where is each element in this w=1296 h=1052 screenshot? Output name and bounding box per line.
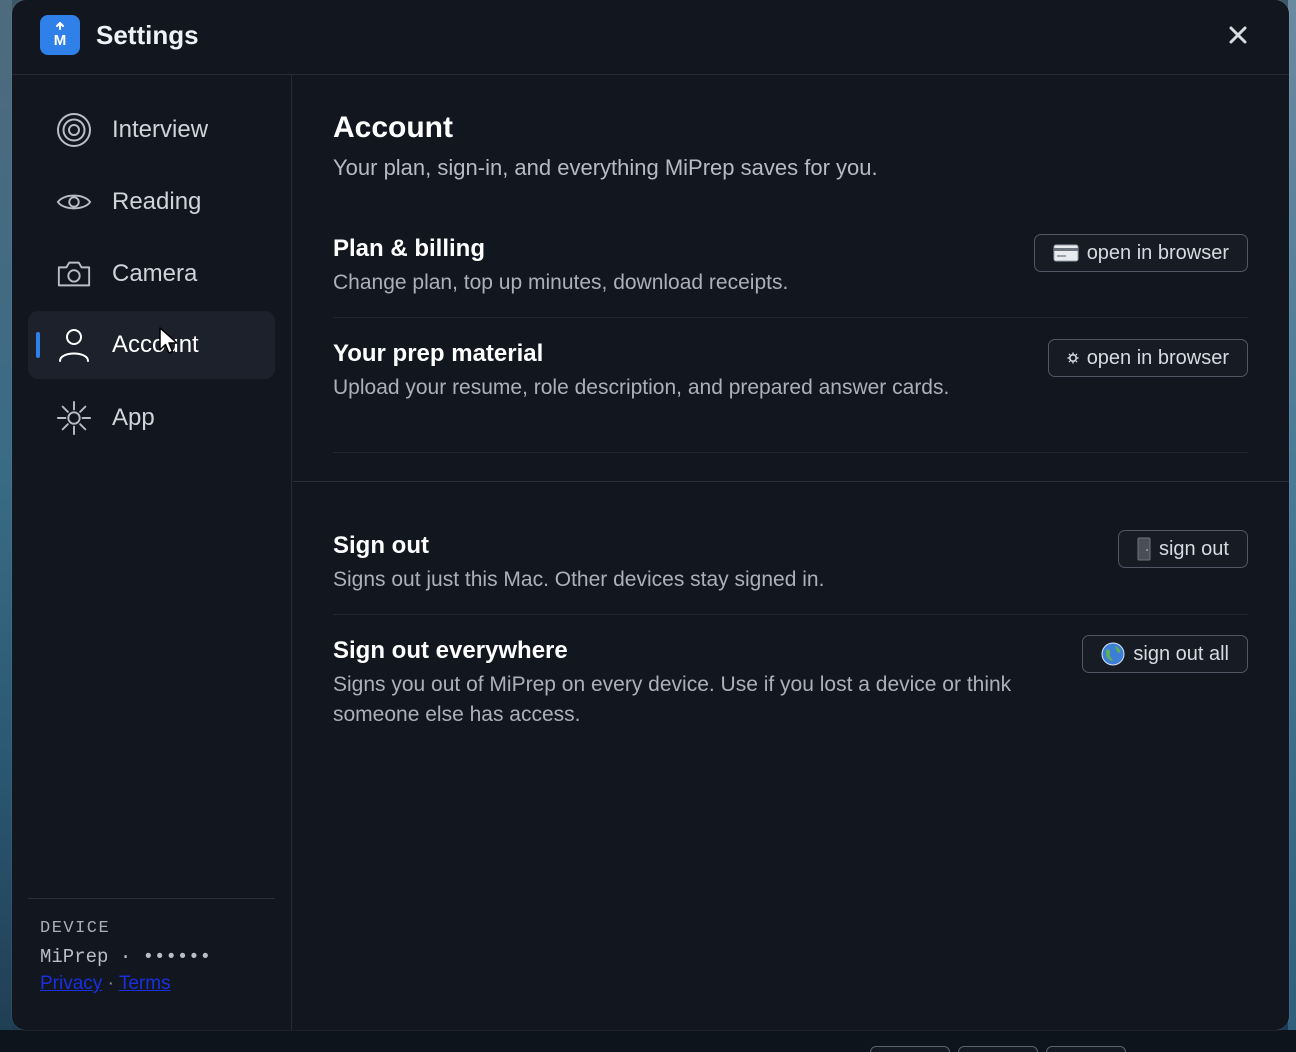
- page-subtitle: Your plan, sign-in, and everything MiPre…: [333, 155, 878, 180]
- section-divider: [293, 481, 1289, 482]
- sidebar-item-interview[interactable]: Interview: [28, 96, 275, 164]
- page-title: Account: [333, 111, 453, 144]
- sidebar-divider: [28, 898, 275, 899]
- title-bar: M Settings: [12, 0, 1289, 75]
- sidebar: Interview Reading Camera Account App DEV…: [12, 75, 292, 1030]
- button-label: sign out: [1158, 537, 1229, 560]
- sidebar-item-app[interactable]: App: [28, 384, 275, 452]
- active-indicator: [36, 332, 40, 358]
- prep-material-title: Your prep material: [333, 340, 544, 367]
- sign-out-all-button[interactable]: sign out all: [1082, 635, 1248, 673]
- sidebar-item-camera[interactable]: Camera: [28, 240, 275, 308]
- settings-window: M Settings Interview Reading Camera Acco…: [12, 0, 1289, 1030]
- close-button[interactable]: [1225, 22, 1251, 48]
- miprep-logo-icon: M: [54, 22, 67, 49]
- person-icon: [56, 327, 92, 363]
- sign-out-everywhere-description: Signs you out of MiPrep on every device.…: [333, 673, 1012, 726]
- target-icon: [56, 112, 92, 148]
- links-separator: ·: [107, 973, 114, 994]
- prep-material-open-button[interactable]: open in browser: [1047, 339, 1248, 377]
- sidebar-item-account[interactable]: Account: [28, 311, 275, 379]
- row-divider: [333, 452, 1248, 453]
- sign-out-description: Signs out just this Mac. Other devices s…: [333, 568, 825, 591]
- button-label: open in browser: [1086, 241, 1229, 264]
- gear-icon: [1067, 352, 1079, 364]
- main-content: Account Your plan, sign-in, and everythi…: [293, 75, 1289, 1030]
- sign-out-title: Sign out: [333, 532, 429, 559]
- desktop-background-left: [0, 0, 12, 1052]
- sidebar-item-label: Reading: [112, 188, 202, 215]
- legal-links: Privacy · Terms: [40, 973, 171, 995]
- privacy-link[interactable]: Privacy: [40, 973, 102, 994]
- window-title: Settings: [96, 20, 199, 50]
- dock-area: [0, 1030, 1296, 1052]
- sidebar-item-label: Interview: [112, 116, 209, 143]
- device-heading: DEVICE: [40, 919, 111, 938]
- button-label: open in browser: [1086, 346, 1229, 369]
- dock-item[interactable]: [958, 1046, 1038, 1052]
- device-id: ••••••: [142, 946, 212, 968]
- plan-billing-open-button[interactable]: open in browser: [1033, 234, 1248, 272]
- terms-link[interactable]: Terms: [119, 973, 171, 994]
- sidebar-item-label: App: [112, 404, 155, 431]
- camera-icon: [56, 256, 92, 292]
- app-logo: M: [40, 15, 80, 55]
- device-separator: ·: [119, 946, 132, 968]
- plan-billing-title: Plan & billing: [333, 235, 486, 262]
- dock-item[interactable]: [1046, 1046, 1126, 1052]
- sidebar-item-reading[interactable]: Reading: [28, 168, 275, 236]
- desktop-background-right: [1288, 0, 1296, 1052]
- credit-card-icon: [1053, 244, 1079, 262]
- eye-icon: [56, 184, 92, 220]
- sign-out-button[interactable]: sign out: [1117, 530, 1248, 568]
- svg-text:M: M: [54, 32, 67, 49]
- device-info: MiPrep · ••••••: [40, 946, 211, 968]
- door-icon: [1137, 537, 1151, 561]
- sidebar-item-label: Camera: [112, 260, 198, 287]
- row-divider: [333, 614, 1248, 615]
- button-label: sign out all: [1133, 642, 1229, 665]
- close-icon: [1229, 26, 1247, 44]
- dock-item[interactable]: [870, 1046, 950, 1052]
- sun-icon: [56, 400, 92, 436]
- prep-material-description: Upload your resume, role description, an…: [333, 376, 950, 399]
- sign-out-everywhere-title: Sign out everywhere: [333, 637, 568, 664]
- plan-billing-description: Change plan, top up minutes, download re…: [333, 271, 789, 294]
- device-name: MiPrep: [40, 946, 109, 968]
- sidebar-item-label: Account: [112, 331, 199, 358]
- globe-icon: [1101, 642, 1125, 666]
- row-divider: [333, 317, 1248, 318]
